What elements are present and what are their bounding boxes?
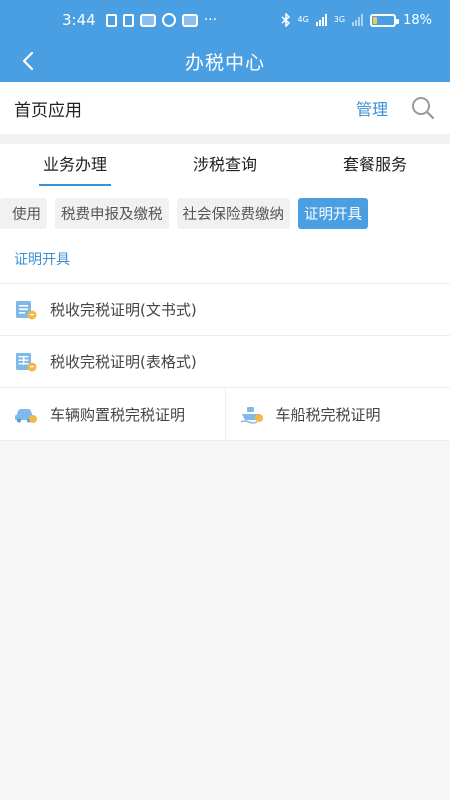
signal-icon [315,14,327,26]
status-time: 3:44 [62,11,96,29]
tab-tax-query[interactable]: 涉税查询 [150,144,300,190]
list-item-vessel-tax-certificate[interactable]: 车船税完税证明 [224,388,450,440]
more-notifications-icon: ··· [203,12,218,28]
search-icon[interactable] [410,95,436,121]
table-certificate-icon [16,352,37,371]
battery-alert-icon [122,13,134,27]
battery-icon [370,13,400,27]
top-bar: 3:44 ··· 4G 3G 18% 办税中心 [0,0,450,82]
category-tabs: 业务办理 涉税查询 套餐服务 [0,144,450,190]
car-icon [15,409,37,423]
nav-row: 办税中心 [0,40,450,82]
status-right: 4G 3G 18% [281,12,432,28]
page-title: 办税中心 [184,51,265,74]
status-bar: 3:44 ··· 4G 3G 18% [0,0,450,40]
chip-certificate[interactable]: 证明开具 [298,197,368,229]
manage-button[interactable]: 管理 [356,96,388,120]
chip-usage[interactable]: 使用 [0,197,47,229]
home-apps-bar: 首页应用 管理 [0,82,450,134]
battery-percent: 18% [403,12,432,28]
list-item-document-certificate[interactable]: 税收完税证明(文书式) [0,284,450,336]
section-title: 证明开具 [0,236,450,284]
list-row: 车辆购置税完税证明 车船税完税证明 [0,388,450,441]
list-item-label: 税收完税证明(文书式) [50,301,197,319]
network-type-2: 3G [333,15,346,24]
home-apps-label: 首页应用 [14,100,82,121]
document-certificate-icon [16,300,37,319]
back-arrow-icon[interactable] [16,48,42,74]
list-item-vehicle-purchase-certificate[interactable]: 车辆购置税完税证明 [0,388,225,440]
subcategory-chips: 使用 税费申报及缴税 社会保险费缴纳 证明开具 [0,190,450,236]
app-notification-icon [161,13,176,27]
separator [0,134,450,144]
signal-icon-2 [352,14,364,26]
app-notification-icon [139,13,156,27]
battery-alert-icon [105,13,117,27]
battery-fill [373,16,377,24]
list-item-label: 车船税完税证明 [275,405,381,424]
certificate-list: 税收完税证明(文书式) 税收完税证明(表格式) 车辆购置税完税证明 车船税完税证… [0,284,450,441]
tab-business[interactable]: 业务办理 [0,144,150,190]
tab-package-service[interactable]: 套餐服务 [300,144,450,190]
network-type: 4G [297,15,309,24]
mail-notification-icon [181,13,198,27]
list-item-label: 车辆购置税完税证明 [50,405,186,424]
ship-icon [240,407,263,424]
list-item-label: 税收完税证明(表格式) [50,353,197,371]
list-item-table-certificate[interactable]: 税收完税证明(表格式) [0,336,450,388]
chip-social-insurance[interactable]: 社会保险费缴纳 [176,197,290,229]
notification-icons: ··· [105,12,218,28]
bluetooth-icon [281,13,290,27]
chip-tax-declaration[interactable]: 税费申报及缴税 [55,197,169,229]
